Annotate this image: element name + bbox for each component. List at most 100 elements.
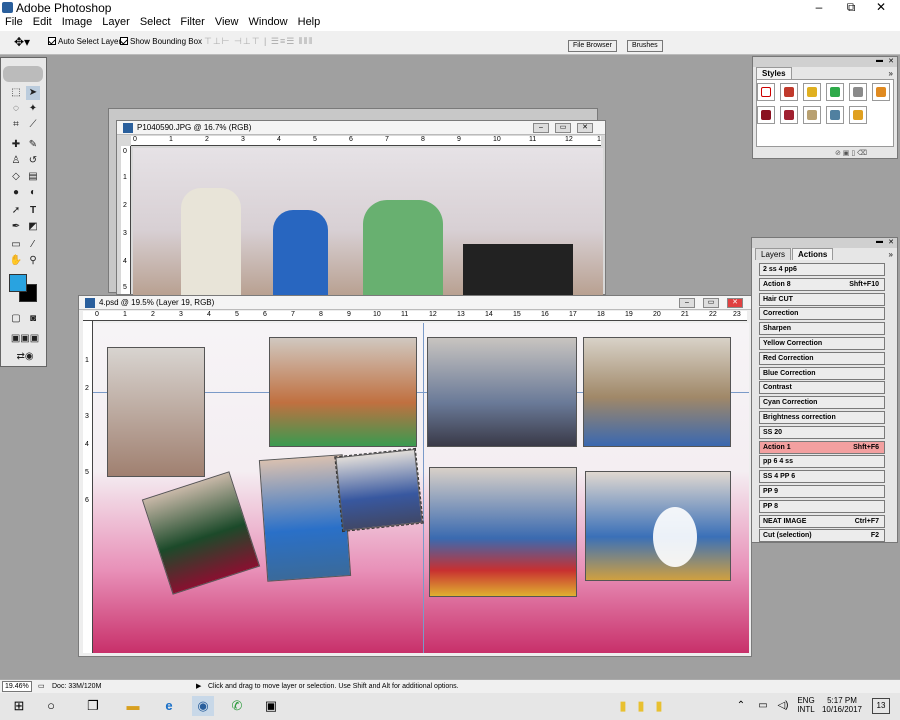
tab-layers[interactable]: Layers — [755, 248, 792, 260]
healing-brush-icon[interactable]: ✚ — [9, 138, 23, 152]
panel-close-icon[interactable]: ✕ — [888, 57, 894, 65]
panel-minimize-icon[interactable]: ▬ — [876, 57, 883, 64]
blur-tool-icon[interactable]: ● — [9, 186, 23, 200]
action-item[interactable]: pp 6 4 ss — [759, 455, 885, 469]
notes-tool-icon[interactable]: ▭ — [9, 238, 23, 252]
action-item[interactable]: Red Correction — [759, 351, 885, 365]
tab-brushes[interactable]: Brushes — [627, 40, 663, 52]
doc2-maximize-button[interactable]: ▭ — [703, 298, 719, 308]
photoshop-task-icon[interactable]: ◉ — [192, 696, 214, 716]
action-item[interactable]: PP 9 — [759, 485, 885, 498]
doc1-maximize-button[interactable]: ▭ — [555, 123, 571, 133]
action-item[interactable]: PP 8 — [759, 499, 885, 513]
action-item[interactable]: SS 20 — [759, 425, 885, 439]
path-select-icon[interactable]: ➚ — [9, 204, 23, 218]
tab-file-browser[interactable]: File Browser — [568, 40, 617, 52]
style-swatch[interactable] — [849, 106, 867, 124]
jump-to-imageready-icon[interactable]: ⇄◉ — [5, 350, 45, 364]
file-explorer-icon[interactable]: ▬ — [122, 696, 144, 716]
style-swatch[interactable] — [826, 106, 844, 124]
pen-tool-icon[interactable]: ✒ — [9, 220, 23, 234]
app-window-icon[interactable]: ▣ — [260, 696, 282, 716]
align-buttons-icon[interactable]: ⊤⊥⊢ ⊣⊥⊤ | ☰≡☰ ⫴⫴⫴ — [204, 36, 313, 47]
volume-icon[interactable]: ◁) — [772, 696, 794, 716]
search-icon[interactable]: ○ — [40, 696, 62, 716]
action-item[interactable]: SS 4 PP 6 — [759, 470, 885, 484]
lasso-tool-icon[interactable]: ◌ — [9, 102, 23, 116]
doc2-minimize-button[interactable]: – — [679, 298, 695, 308]
action-item[interactable]: 2 ss 4 pp6 — [759, 263, 885, 276]
doc1-minimize-button[interactable]: – — [533, 123, 549, 133]
panel-footer-icons[interactable]: ⊘ ▣ ▯ ⌫ — [835, 149, 867, 157]
album-photo[interactable] — [583, 337, 731, 447]
style-swatch-none[interactable] — [757, 83, 775, 101]
magic-wand-icon[interactable]: ✦ — [26, 102, 40, 116]
show-bounding-checkbox[interactable]: Show Bounding Box — [120, 36, 202, 46]
menu-filter[interactable]: Filter — [175, 15, 209, 29]
menu-edit[interactable]: Edit — [28, 15, 57, 29]
network-icon[interactable]: ▭ — [752, 696, 774, 716]
tab-styles[interactable]: Styles — [756, 67, 792, 79]
style-swatch[interactable] — [849, 83, 867, 101]
eraser-tool-icon[interactable]: ◇ — [9, 170, 23, 184]
move-tool-icon[interactable]: ➤ — [26, 86, 40, 100]
brush-tool-icon[interactable]: ✎ — [26, 138, 40, 152]
album-photo[interactable] — [269, 337, 417, 447]
style-swatch[interactable] — [803, 83, 821, 101]
action-item[interactable]: Action 1 Shft+F6 — [759, 440, 885, 454]
crop-tool-icon[interactable]: ⌗ — [9, 118, 23, 132]
foreground-color[interactable] — [9, 274, 27, 292]
album-photo[interactable] — [141, 471, 261, 595]
menu-select[interactable]: Select — [135, 15, 176, 29]
dodge-tool-icon[interactable]: ◐ — [26, 186, 40, 200]
tray-arrow-icon[interactable]: ⌃ — [730, 696, 752, 716]
restore-button[interactable]: ⧉ — [836, 0, 866, 15]
selected-layer-photo[interactable] — [334, 447, 424, 533]
document-window-1[interactable]: P1040590.JPG @ 16.7% (RGB) – ▭ ✕ 0123456… — [116, 120, 606, 296]
action-item[interactable]: Cyan Correction — [759, 396, 885, 410]
style-swatch[interactable] — [803, 106, 821, 124]
action-item[interactable]: Cut (selection) F2 — [759, 529, 885, 543]
album-photo[interactable] — [429, 467, 577, 597]
menu-help[interactable]: Help — [293, 15, 326, 29]
style-swatch[interactable] — [872, 83, 890, 101]
tab-actions[interactable]: Actions — [792, 248, 834, 260]
clone-stamp-icon[interactable]: ♙ — [9, 154, 23, 168]
type-tool-icon[interactable]: T — [26, 204, 40, 218]
panel-close-icon[interactable]: ✕ — [888, 238, 894, 246]
action-item[interactable]: Hair CUT — [759, 292, 885, 306]
album-canvas[interactable] — [93, 323, 749, 653]
quickmask-mode-icon[interactable]: ◙ — [26, 312, 40, 326]
screen-mode-icon[interactable]: ▣▣▣ — [5, 332, 45, 346]
slice-tool-icon[interactable]: ⟋ — [26, 118, 40, 132]
task-view-icon[interactable]: ❐ — [82, 696, 104, 716]
language-indicator[interactable]: ENG INTL — [796, 696, 816, 714]
style-swatch[interactable] — [757, 106, 775, 124]
family-photo-canvas[interactable] — [133, 148, 603, 296]
marquee-tool-icon[interactable]: ⬚ — [9, 86, 23, 100]
action-item[interactable]: Correction — [759, 307, 885, 321]
windows-start-icon[interactable]: ⊞ — [8, 696, 30, 716]
panel-menu-icon[interactable]: » — [889, 69, 893, 78]
menu-image[interactable]: Image — [57, 15, 98, 29]
move-tool-icon[interactable]: ✥▾ — [14, 35, 30, 49]
doc1-close-button[interactable]: ✕ — [577, 123, 593, 133]
action-item[interactable]: Brightness correction — [759, 411, 885, 424]
minimize-button[interactable]: – — [804, 0, 834, 15]
album-photo[interactable] — [107, 347, 205, 477]
edge-icon[interactable]: e — [158, 696, 180, 716]
hand-tool-icon[interactable]: ✋ — [9, 254, 23, 268]
doc2-close-button[interactable]: ✕ — [727, 298, 743, 308]
auto-select-checkbox[interactable]: Auto Select Layer — [48, 36, 121, 46]
doc-info-icon[interactable]: ▭ — [38, 680, 45, 693]
eyedropper-icon[interactable]: ⁄ — [26, 238, 40, 252]
action-item[interactable]: NEAT IMAGE Ctrl+F7 — [759, 514, 885, 528]
history-brush-icon[interactable]: ↺ — [26, 154, 40, 168]
action-item[interactable]: Action 8 Shft+F10 — [759, 277, 885, 291]
whatsapp-icon[interactable]: ✆ — [226, 696, 248, 716]
gradient-tool-icon[interactable]: ▤ — [26, 170, 40, 184]
style-swatch[interactable] — [780, 83, 798, 101]
document-window-2[interactable]: 4.psd @ 19.5% (Layer 19, RGB) – ▭ ✕ 0123… — [78, 295, 752, 657]
standard-mode-icon[interactable]: ▢ — [9, 312, 23, 326]
close-button[interactable]: ✕ — [866, 0, 896, 15]
